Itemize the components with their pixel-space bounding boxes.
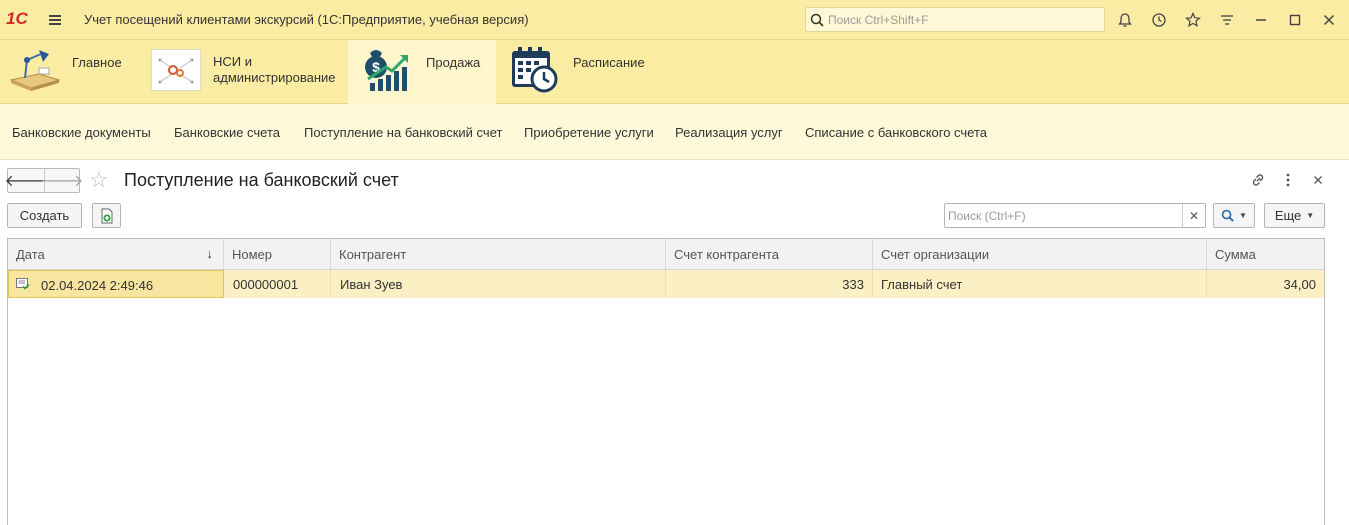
section-main[interactable]: Главное <box>0 40 140 104</box>
nav-service-purchase[interactable]: Приобретение услуги <box>524 125 654 140</box>
column-header-org-account[interactable]: Счет организации <box>873 239 1207 269</box>
gears-icon <box>151 49 201 91</box>
search-icon <box>1221 209 1234 222</box>
sections-panel: Главное НСИ и администрирование $ Продаж… <box>0 40 1349 104</box>
title-bar: 1С Учет посещений клиентами экскурсий (1… <box>0 0 1349 40</box>
functions-menu-icon[interactable] <box>1215 8 1239 32</box>
section-main-label: Главное <box>72 55 122 70</box>
add-document-icon <box>101 208 112 223</box>
sort-descending-icon: ↓ <box>206 246 214 261</box>
window-title: Учет посещений клиентами экскурсий (1С:П… <box>84 12 529 27</box>
section-nsi-label-line2: администрирование <box>213 70 336 85</box>
column-header-counterparty[interactable]: Контрагент <box>331 239 666 269</box>
minimize-icon[interactable] <box>1249 8 1273 32</box>
favorite-star-icon[interactable]: ☆ <box>89 167 109 193</box>
create-by-copy-button[interactable] <box>92 203 121 228</box>
app-logo: 1С <box>6 9 28 28</box>
column-header-number[interactable]: Номер <box>224 239 331 269</box>
section-schedule[interactable]: Расписание <box>496 40 666 104</box>
chevron-down-icon: ▼ <box>1239 211 1247 220</box>
history-nav-group: 🡐 🡒 <box>5 168 84 193</box>
more-vertical-icon[interactable] <box>1277 170 1299 190</box>
list-search-input[interactable]: Поиск (Ctrl+F) ✕ <box>944 203 1206 228</box>
history-icon[interactable] <box>1147 8 1171 32</box>
section-sales-label: Продажа <box>426 55 481 70</box>
section-sales[interactable]: $ Продажа <box>348 40 496 104</box>
list-search-placeholder: Поиск (Ctrl+F) <box>948 209 1026 223</box>
posted-document-icon <box>16 278 30 290</box>
section-schedule-label: Расписание <box>573 55 645 70</box>
section-nsi-label-line1: НСИ и <box>213 54 252 69</box>
nav-bank-documents[interactable]: Банковские документы <box>12 125 151 140</box>
column-header-counterparty-account[interactable]: Счет контрагента <box>666 239 873 269</box>
cell-counterparty-account[interactable]: 333 <box>666 270 873 298</box>
cell-counterparty[interactable]: Иван Зуев <box>331 270 666 298</box>
global-search-placeholder: Поиск Ctrl+Shift+F <box>828 13 929 27</box>
search-icon <box>810 13 824 27</box>
link-icon[interactable] <box>1247 170 1269 190</box>
more-button[interactable]: Еще ▼ <box>1264 203 1325 228</box>
maximize-icon[interactable] <box>1283 8 1307 32</box>
main-menu-icon[interactable] <box>44 9 66 31</box>
clear-search-icon[interactable]: ✕ <box>1182 204 1205 227</box>
section-nsi-admin[interactable]: НСИ и администрирование <box>140 40 348 104</box>
close-window-icon[interactable] <box>1317 8 1341 32</box>
column-header-amount[interactable]: Сумма <box>1207 239 1324 269</box>
cell-org-account[interactable]: Главный счет <box>873 270 1207 298</box>
section-commands-bar: Банковские документы Банковские счета По… <box>0 104 1349 160</box>
search-options-button[interactable]: ▼ <box>1213 203 1255 228</box>
close-form-icon[interactable] <box>1307 170 1329 190</box>
chevron-down-icon: ▼ <box>1306 211 1315 220</box>
nav-bank-accounts[interactable]: Банковские счета <box>174 125 280 140</box>
table-header: Дата ↓ Номер Контрагент Счет контрагента… <box>8 239 1324 270</box>
documents-table[interactable]: Дата ↓ Номер Контрагент Счет контрагента… <box>7 238 1325 525</box>
favorites-star-icon[interactable] <box>1181 8 1205 32</box>
notifications-bell-icon[interactable] <box>1113 8 1137 32</box>
form-title: Поступление на банковский счет <box>124 170 399 190</box>
global-search-input[interactable]: Поиск Ctrl+Shift+F <box>805 7 1105 32</box>
column-header-date[interactable]: Дата ↓ <box>8 239 224 269</box>
calendar-clock-icon <box>512 47 558 93</box>
nav-service-sales[interactable]: Реализация услуг <box>675 125 783 140</box>
nav-bank-writeoff[interactable]: Списание с банковского счета <box>805 125 987 140</box>
back-arrow-icon[interactable]: 🡐 <box>5 169 47 192</box>
cell-date[interactable]: 02.04.2024 2:49:46 <box>8 270 224 298</box>
forward-arrow-icon[interactable]: 🡒 <box>41 169 84 192</box>
create-button[interactable]: Создать <box>7 203 82 228</box>
more-label: Еще <box>1274 208 1302 223</box>
cell-amount[interactable]: 34,00 <box>1207 270 1324 298</box>
cell-number[interactable]: 000000001 <box>224 270 331 298</box>
money-growth-icon: $ <box>365 50 408 91</box>
desk-lamp-icon <box>9 50 61 91</box>
table-row[interactable]: 02.04.2024 2:49:46 000000001 Иван Зуев 3… <box>8 270 1324 298</box>
nav-bank-receipt[interactable]: Поступление на банковский счет <box>304 125 502 140</box>
